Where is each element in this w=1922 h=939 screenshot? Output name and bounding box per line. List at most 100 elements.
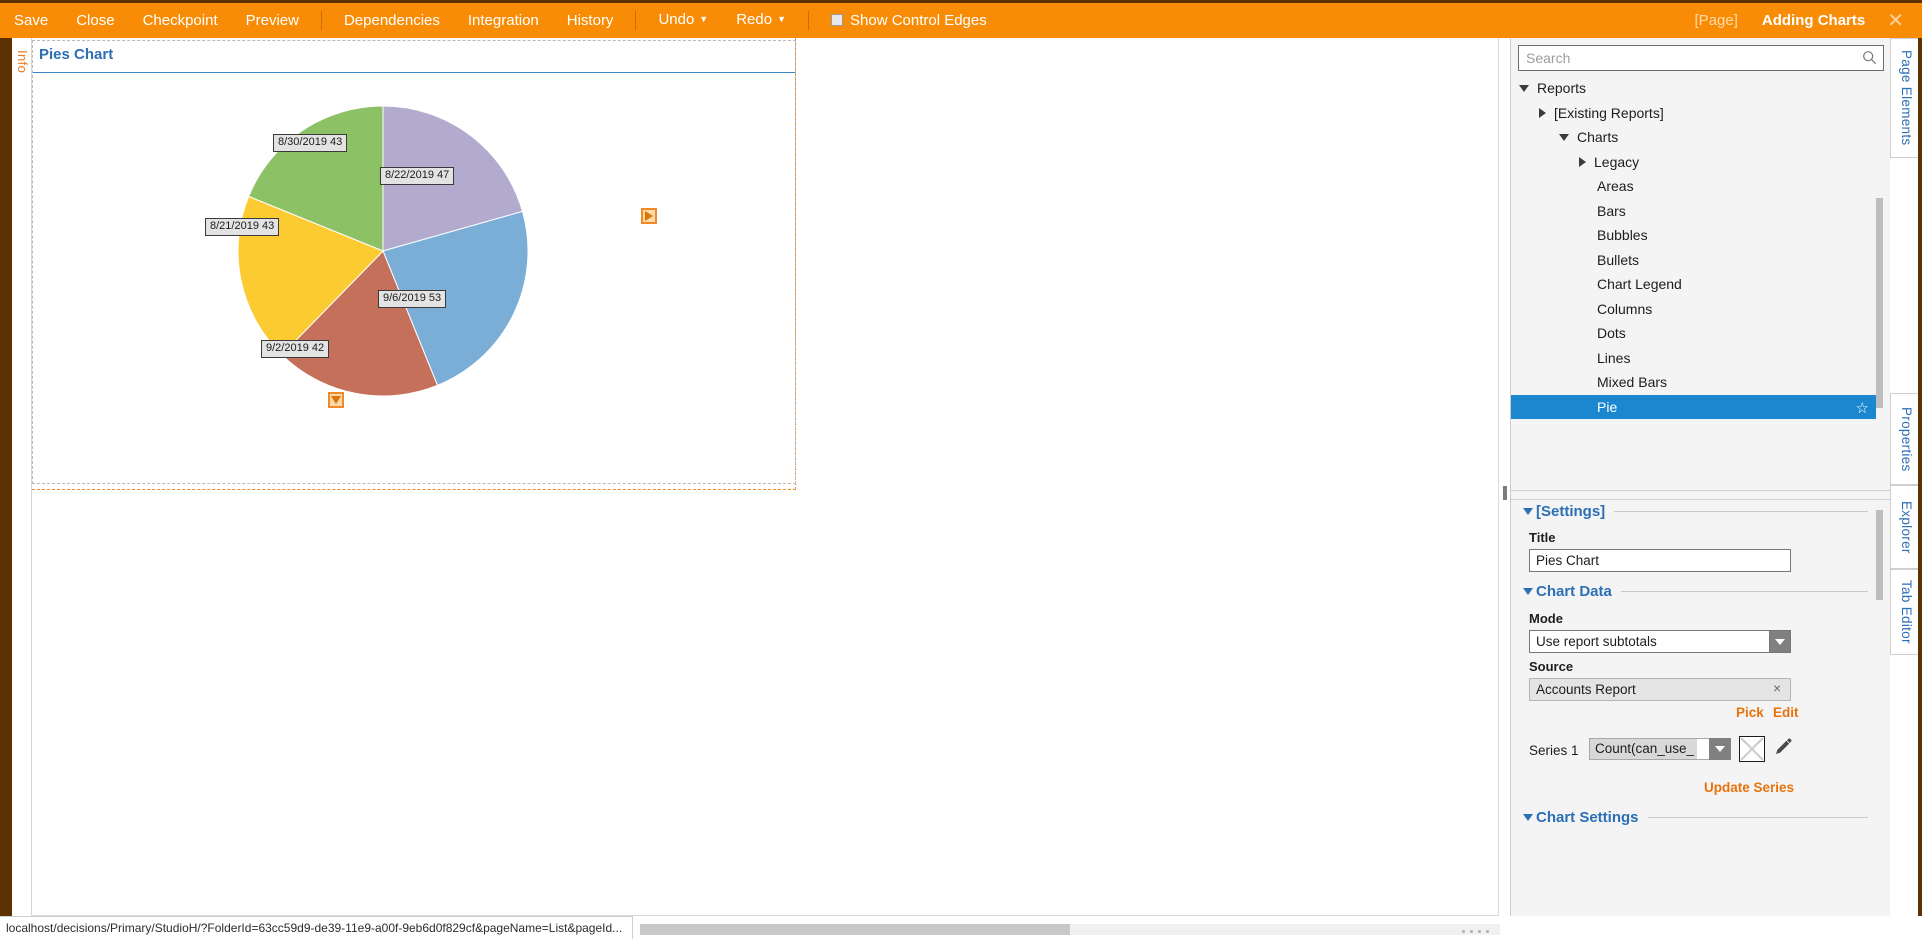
pie-chart-control[interactable]: Pies Chart 8/30/2019 43 8/22/2019 47 8/2… bbox=[33, 41, 795, 481]
splitter-grip-icon bbox=[1503, 486, 1507, 500]
resize-handle-right[interactable] bbox=[641, 208, 657, 224]
tree-item-label: Chart Legend bbox=[1597, 276, 1682, 293]
status-url-text: localhost/decisions/Primary/StudioH/?Fol… bbox=[0, 916, 634, 939]
tree-item-reports[interactable]: Reports bbox=[1511, 76, 1883, 101]
toolbar-dependencies-button[interactable]: Dependencies bbox=[330, 4, 454, 38]
page-elements-panel: Reports [Existing Reports] Charts Legacy… bbox=[1511, 38, 1891, 490]
settings-section-label: [Settings] bbox=[1536, 503, 1606, 520]
no-color-cross-icon bbox=[1740, 737, 1764, 761]
toolbar-history-button[interactable]: History bbox=[553, 4, 628, 38]
chart-data-section-header[interactable]: Chart Data bbox=[1523, 583, 1868, 600]
toolbar-divider-3 bbox=[808, 11, 809, 30]
tree-item-areas[interactable]: Areas bbox=[1511, 174, 1883, 199]
chevron-down-icon bbox=[1715, 746, 1725, 752]
favorite-star-icon[interactable]: ☆ bbox=[1856, 399, 1869, 417]
tree-item-label: [Existing Reports] bbox=[1554, 104, 1664, 121]
chart-data-section-label: Chart Data bbox=[1536, 583, 1612, 600]
tree-item-label: Charts bbox=[1577, 129, 1619, 146]
section-rule bbox=[1614, 511, 1868, 512]
tree-item-mixed-bars[interactable]: Mixed Bars bbox=[1511, 370, 1883, 395]
grip-dot bbox=[1486, 930, 1489, 933]
tree-item-label: Areas bbox=[1597, 178, 1634, 195]
tree-item-pie[interactable]: Pie ☆ bbox=[1511, 394, 1883, 419]
mode-select-arrow[interactable] bbox=[1769, 630, 1791, 653]
toolbar-undo-button[interactable]: Undo ▼ bbox=[644, 3, 722, 38]
tree-item-chart-legend[interactable]: Chart Legend bbox=[1511, 272, 1883, 297]
pie-data-label-8-30: 8/30/2019 43 bbox=[273, 134, 348, 152]
tab-label: Explorer bbox=[1899, 500, 1914, 554]
series-select-arrow[interactable] bbox=[1709, 738, 1731, 760]
pie-data-label-8-22: 8/22/2019 47 bbox=[380, 167, 455, 185]
pie-chart-plot: 8/30/2019 43 8/22/2019 47 8/21/2019 43 9… bbox=[33, 73, 795, 479]
series-color-swatch[interactable] bbox=[1739, 736, 1765, 762]
design-canvas[interactable]: Pies Chart 8/30/2019 43 8/22/2019 47 8/2… bbox=[32, 38, 1510, 916]
chevron-down-icon[interactable] bbox=[1523, 508, 1533, 515]
tree-item-label: Mixed Bars bbox=[1597, 374, 1668, 391]
grip-dot bbox=[1462, 930, 1465, 933]
tree-item-bullets[interactable]: Bullets bbox=[1511, 248, 1883, 273]
page-elements-tree[interactable]: Reports [Existing Reports] Charts Legacy… bbox=[1511, 76, 1883, 490]
status-bar: localhost/decisions/Primary/StudioH/?Fol… bbox=[0, 916, 1922, 939]
tree-item-bars[interactable]: Bars bbox=[1511, 199, 1883, 224]
search-input[interactable] bbox=[1518, 45, 1884, 71]
properties-scrollbar-thumb[interactable] bbox=[1876, 510, 1883, 600]
chart-settings-section-label: Chart Settings bbox=[1536, 809, 1639, 826]
toolbar-divider-1 bbox=[320, 11, 322, 30]
toolbar-close-button[interactable]: Close bbox=[62, 4, 128, 38]
checkbox-icon[interactable] bbox=[831, 13, 843, 26]
tree-item-lines[interactable]: Lines bbox=[1511, 346, 1883, 371]
toolbar-save-button[interactable]: Save bbox=[0, 4, 62, 38]
show-control-edges-label: Show Control Edges bbox=[850, 11, 987, 29]
chevron-down-icon bbox=[1775, 638, 1785, 645]
panel-splitter-horizontal[interactable] bbox=[1511, 490, 1891, 500]
series-1-label: Series 1 bbox=[1529, 743, 1579, 758]
chevron-right-icon[interactable] bbox=[1579, 156, 1586, 167]
chevron-down-icon[interactable] bbox=[1519, 84, 1529, 92]
chart-settings-section-header[interactable]: Chart Settings bbox=[1523, 809, 1868, 826]
studio-window: Save Close Checkpoint Preview Dependenci… bbox=[0, 0, 1922, 939]
tab-label: Tab Editor bbox=[1899, 580, 1914, 644]
chevron-down-icon[interactable] bbox=[1523, 814, 1533, 821]
tree-item-charts[interactable]: Charts bbox=[1511, 125, 1883, 150]
chevron-down-icon: ▼ bbox=[777, 14, 786, 24]
panel-splitter-vertical[interactable] bbox=[1498, 38, 1510, 916]
chevron-right-icon[interactable] bbox=[1539, 107, 1546, 118]
info-tab[interactable]: Info bbox=[12, 38, 32, 916]
series-edit-pencil-icon[interactable] bbox=[1774, 738, 1792, 756]
source-field[interactable]: Accounts Report bbox=[1529, 678, 1791, 701]
right-edge-rail bbox=[1918, 38, 1922, 916]
pick-source-link[interactable]: Pick bbox=[1736, 705, 1764, 720]
show-control-edges-toggle[interactable]: Show Control Edges bbox=[817, 4, 1001, 38]
title-input[interactable] bbox=[1529, 549, 1791, 572]
update-series-link[interactable]: Update Series bbox=[1704, 780, 1794, 795]
toolbar-integration-button[interactable]: Integration bbox=[454, 4, 553, 38]
settings-section-header[interactable]: [Settings] bbox=[1523, 503, 1868, 520]
tree-item-dots[interactable]: Dots bbox=[1511, 321, 1883, 346]
tree-item-label: Columns bbox=[1597, 300, 1653, 317]
mode-select[interactable]: Use report subtotals bbox=[1529, 630, 1791, 653]
edit-source-link[interactable]: Edit bbox=[1773, 705, 1799, 720]
close-icon[interactable]: ✕ bbox=[1881, 11, 1922, 31]
toolbar-checkpoint-button[interactable]: Checkpoint bbox=[129, 4, 232, 38]
pie-data-label-9-2: 9/2/2019 42 bbox=[261, 340, 330, 358]
tree-item-existing-reports[interactable]: [Existing Reports] bbox=[1511, 101, 1883, 126]
toolbar-redo-button[interactable]: Redo ▼ bbox=[722, 3, 800, 38]
tree-item-label: Bars bbox=[1597, 202, 1626, 219]
toolbar-preview-button[interactable]: Preview bbox=[232, 4, 313, 38]
toolbar-redo-label: Redo bbox=[736, 11, 773, 28]
resize-right-triangle-icon bbox=[645, 211, 653, 221]
tab-label: Page Elements bbox=[1899, 50, 1914, 146]
tree-item-legacy[interactable]: Legacy bbox=[1511, 150, 1883, 175]
chart-title: Pies Chart bbox=[39, 46, 114, 63]
resize-handle-bottom[interactable] bbox=[328, 392, 344, 408]
tree-scrollbar-thumb[interactable] bbox=[1876, 198, 1883, 408]
main-toolbar: Save Close Checkpoint Preview Dependenci… bbox=[0, 0, 1922, 38]
tree-item-bubbles[interactable]: Bubbles bbox=[1511, 223, 1883, 248]
tree-item-columns[interactable]: Columns bbox=[1511, 297, 1883, 322]
info-tab-label: Info bbox=[15, 50, 30, 74]
properties-panel: [Settings] Title Chart Data Mode Use rep… bbox=[1511, 500, 1891, 916]
chevron-down-icon[interactable] bbox=[1523, 588, 1533, 595]
clear-source-icon[interactable]: × bbox=[1773, 680, 1781, 696]
canvas-hscrollbar-thumb[interactable] bbox=[640, 924, 1070, 935]
chevron-down-icon[interactable] bbox=[1559, 133, 1569, 141]
